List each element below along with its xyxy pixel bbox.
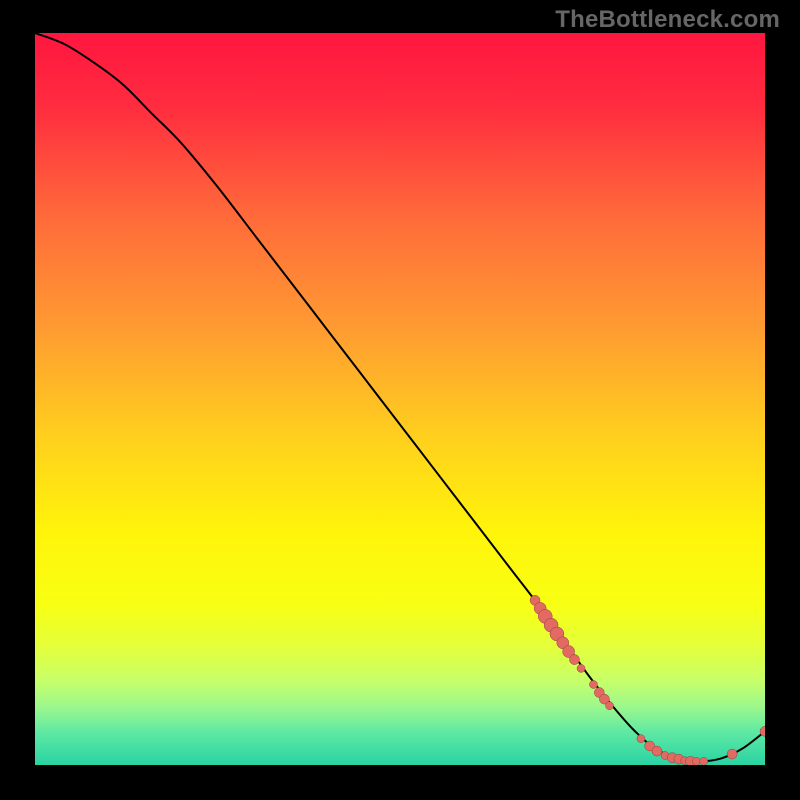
- data-marker: [727, 749, 737, 759]
- data-marker: [692, 757, 700, 765]
- data-marker: [569, 655, 579, 665]
- data-marker: [577, 664, 585, 672]
- chart-svg: [35, 33, 765, 765]
- data-marker: [606, 702, 614, 710]
- gradient-background: [35, 33, 765, 765]
- data-marker: [637, 735, 645, 743]
- data-marker: [700, 757, 708, 765]
- data-marker: [589, 680, 597, 688]
- data-marker: [652, 746, 662, 756]
- watermark-text: TheBottleneck.com: [555, 6, 780, 34]
- chart-area: [35, 33, 765, 765]
